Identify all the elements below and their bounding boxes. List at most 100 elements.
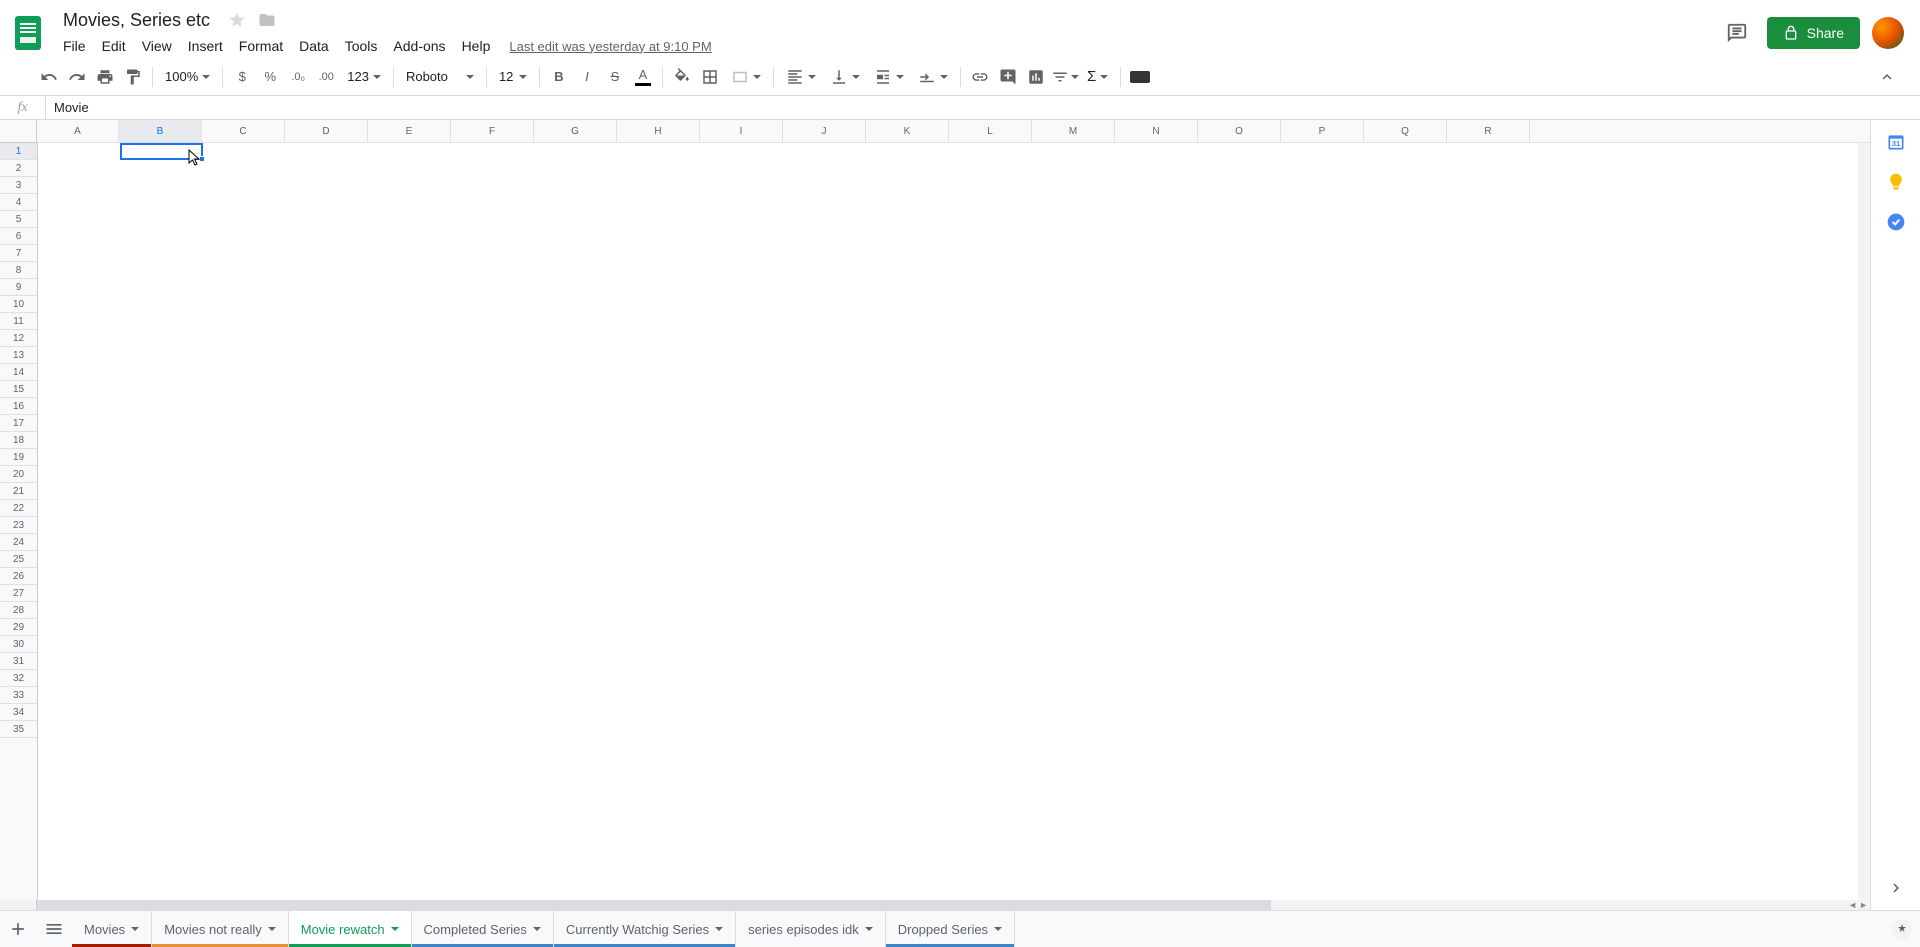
column-header-j[interactable]: J — [783, 120, 866, 142]
show-side-panel-button[interactable] — [1886, 878, 1906, 898]
text-wrap-button[interactable] — [868, 64, 910, 90]
currency-button[interactable]: $ — [229, 64, 255, 90]
menu-format[interactable]: Format — [232, 34, 290, 58]
italic-button[interactable]: I — [574, 64, 600, 90]
menu-addons[interactable]: Add-ons — [386, 34, 452, 58]
zoom-select[interactable]: 100% — [159, 64, 216, 90]
menu-insert[interactable]: Insert — [181, 34, 230, 58]
add-sheet-button[interactable] — [0, 911, 36, 947]
row-header-6[interactable]: 6 — [0, 228, 37, 245]
row-header-24[interactable]: 24 — [0, 534, 37, 551]
tasks-icon[interactable] — [1886, 212, 1906, 232]
insert-comment-button[interactable] — [995, 64, 1021, 90]
chevron-down-icon[interactable] — [865, 927, 873, 935]
insert-chart-button[interactable] — [1023, 64, 1049, 90]
paint-format-button[interactable] — [120, 64, 146, 90]
column-header-b[interactable]: B — [119, 120, 202, 142]
column-header-d[interactable]: D — [285, 120, 368, 142]
row-header-26[interactable]: 26 — [0, 568, 37, 585]
sheet-tab-movies[interactable]: Movies — [72, 911, 152, 947]
sheet-tab-currently-watchig-series[interactable]: Currently Watchig Series — [554, 911, 736, 947]
column-header-l[interactable]: L — [949, 120, 1032, 142]
column-header-q[interactable]: Q — [1364, 120, 1447, 142]
sheets-logo[interactable] — [8, 13, 48, 53]
input-tools-button[interactable] — [1127, 64, 1153, 90]
row-header-2[interactable]: 2 — [0, 160, 37, 177]
row-header-27[interactable]: 27 — [0, 585, 37, 602]
sheet-tab-movies-not-really[interactable]: Movies not really — [152, 911, 289, 947]
row-header-31[interactable]: 31 — [0, 653, 37, 670]
collapse-toolbar-button[interactable] — [1874, 64, 1900, 90]
decrease-decimal-button[interactable]: .0₀ — [285, 64, 311, 90]
row-header-35[interactable]: 35 — [0, 721, 37, 738]
row-header-22[interactable]: 22 — [0, 500, 37, 517]
document-title[interactable]: Movies, Series etc — [56, 8, 217, 33]
insert-link-button[interactable] — [967, 64, 993, 90]
vertical-scrollbar[interactable] — [1858, 143, 1870, 900]
row-header-21[interactable]: 21 — [0, 483, 37, 500]
explore-button[interactable] — [1884, 911, 1920, 947]
column-header-p[interactable]: P — [1281, 120, 1364, 142]
keep-icon[interactable] — [1886, 172, 1906, 192]
move-icon[interactable] — [257, 10, 277, 30]
star-icon[interactable] — [227, 10, 247, 30]
row-header-10[interactable]: 10 — [0, 296, 37, 313]
percent-button[interactable]: % — [257, 64, 283, 90]
filter-button[interactable] — [1051, 64, 1079, 90]
row-header-33[interactable]: 33 — [0, 687, 37, 704]
row-header-13[interactable]: 13 — [0, 347, 37, 364]
row-header-4[interactable]: 4 — [0, 194, 37, 211]
share-button[interactable]: Share — [1767, 17, 1860, 49]
chevron-down-icon[interactable] — [268, 927, 276, 935]
sheet-tab-series-episodes-idk[interactable]: series episodes idk — [736, 911, 886, 947]
row-header-20[interactable]: 20 — [0, 466, 37, 483]
all-sheets-button[interactable] — [36, 911, 72, 947]
row-header-23[interactable]: 23 — [0, 517, 37, 534]
last-edit-link[interactable]: Last edit was yesterday at 9:10 PM — [509, 39, 711, 54]
column-header-m[interactable]: M — [1032, 120, 1115, 142]
horizontal-align-button[interactable] — [780, 64, 822, 90]
row-header-34[interactable]: 34 — [0, 704, 37, 721]
row-header-12[interactable]: 12 — [0, 330, 37, 347]
chevron-down-icon[interactable] — [994, 927, 1002, 935]
row-header-25[interactable]: 25 — [0, 551, 37, 568]
column-header-h[interactable]: H — [617, 120, 700, 142]
fill-handle[interactable] — [199, 156, 205, 162]
column-header-n[interactable]: N — [1115, 120, 1198, 142]
row-header-18[interactable]: 18 — [0, 432, 37, 449]
comments-button[interactable] — [1719, 15, 1755, 51]
sheet-tab-movie-rewatch[interactable]: Movie rewatch — [289, 911, 412, 947]
horizontal-scrollbar[interactable]: ◄ ► — [0, 900, 1870, 910]
redo-button[interactable] — [64, 64, 90, 90]
select-all-corner[interactable] — [0, 120, 37, 143]
font-size-select[interactable]: 12 — [493, 64, 533, 90]
column-header-e[interactable]: E — [368, 120, 451, 142]
row-header-16[interactable]: 16 — [0, 398, 37, 415]
row-header-9[interactable]: 9 — [0, 279, 37, 296]
formula-input[interactable]: Movie — [46, 98, 1920, 117]
cells-grid[interactable] — [38, 143, 1858, 900]
row-header-19[interactable]: 19 — [0, 449, 37, 466]
borders-button[interactable] — [697, 64, 723, 90]
column-header-c[interactable]: C — [202, 120, 285, 142]
row-header-30[interactable]: 30 — [0, 636, 37, 653]
chevron-down-icon[interactable] — [533, 927, 541, 935]
bold-button[interactable]: B — [546, 64, 572, 90]
menu-help[interactable]: Help — [455, 34, 498, 58]
chevron-down-icon[interactable] — [715, 927, 723, 935]
text-rotation-button[interactable] — [912, 64, 954, 90]
scroll-left-icon[interactable]: ◄ — [1848, 900, 1857, 910]
row-header-3[interactable]: 3 — [0, 177, 37, 194]
font-select[interactable]: Roboto — [400, 64, 480, 90]
functions-button[interactable]: Σ — [1081, 64, 1114, 90]
merge-cells-button[interactable] — [725, 64, 767, 90]
menu-edit[interactable]: Edit — [95, 34, 133, 58]
undo-button[interactable] — [36, 64, 62, 90]
print-button[interactable] — [92, 64, 118, 90]
row-header-29[interactable]: 29 — [0, 619, 37, 636]
column-header-k[interactable]: K — [866, 120, 949, 142]
row-header-28[interactable]: 28 — [0, 602, 37, 619]
account-avatar[interactable] — [1872, 17, 1904, 49]
column-header-i[interactable]: I — [700, 120, 783, 142]
fx-label[interactable]: fx — [0, 96, 46, 119]
